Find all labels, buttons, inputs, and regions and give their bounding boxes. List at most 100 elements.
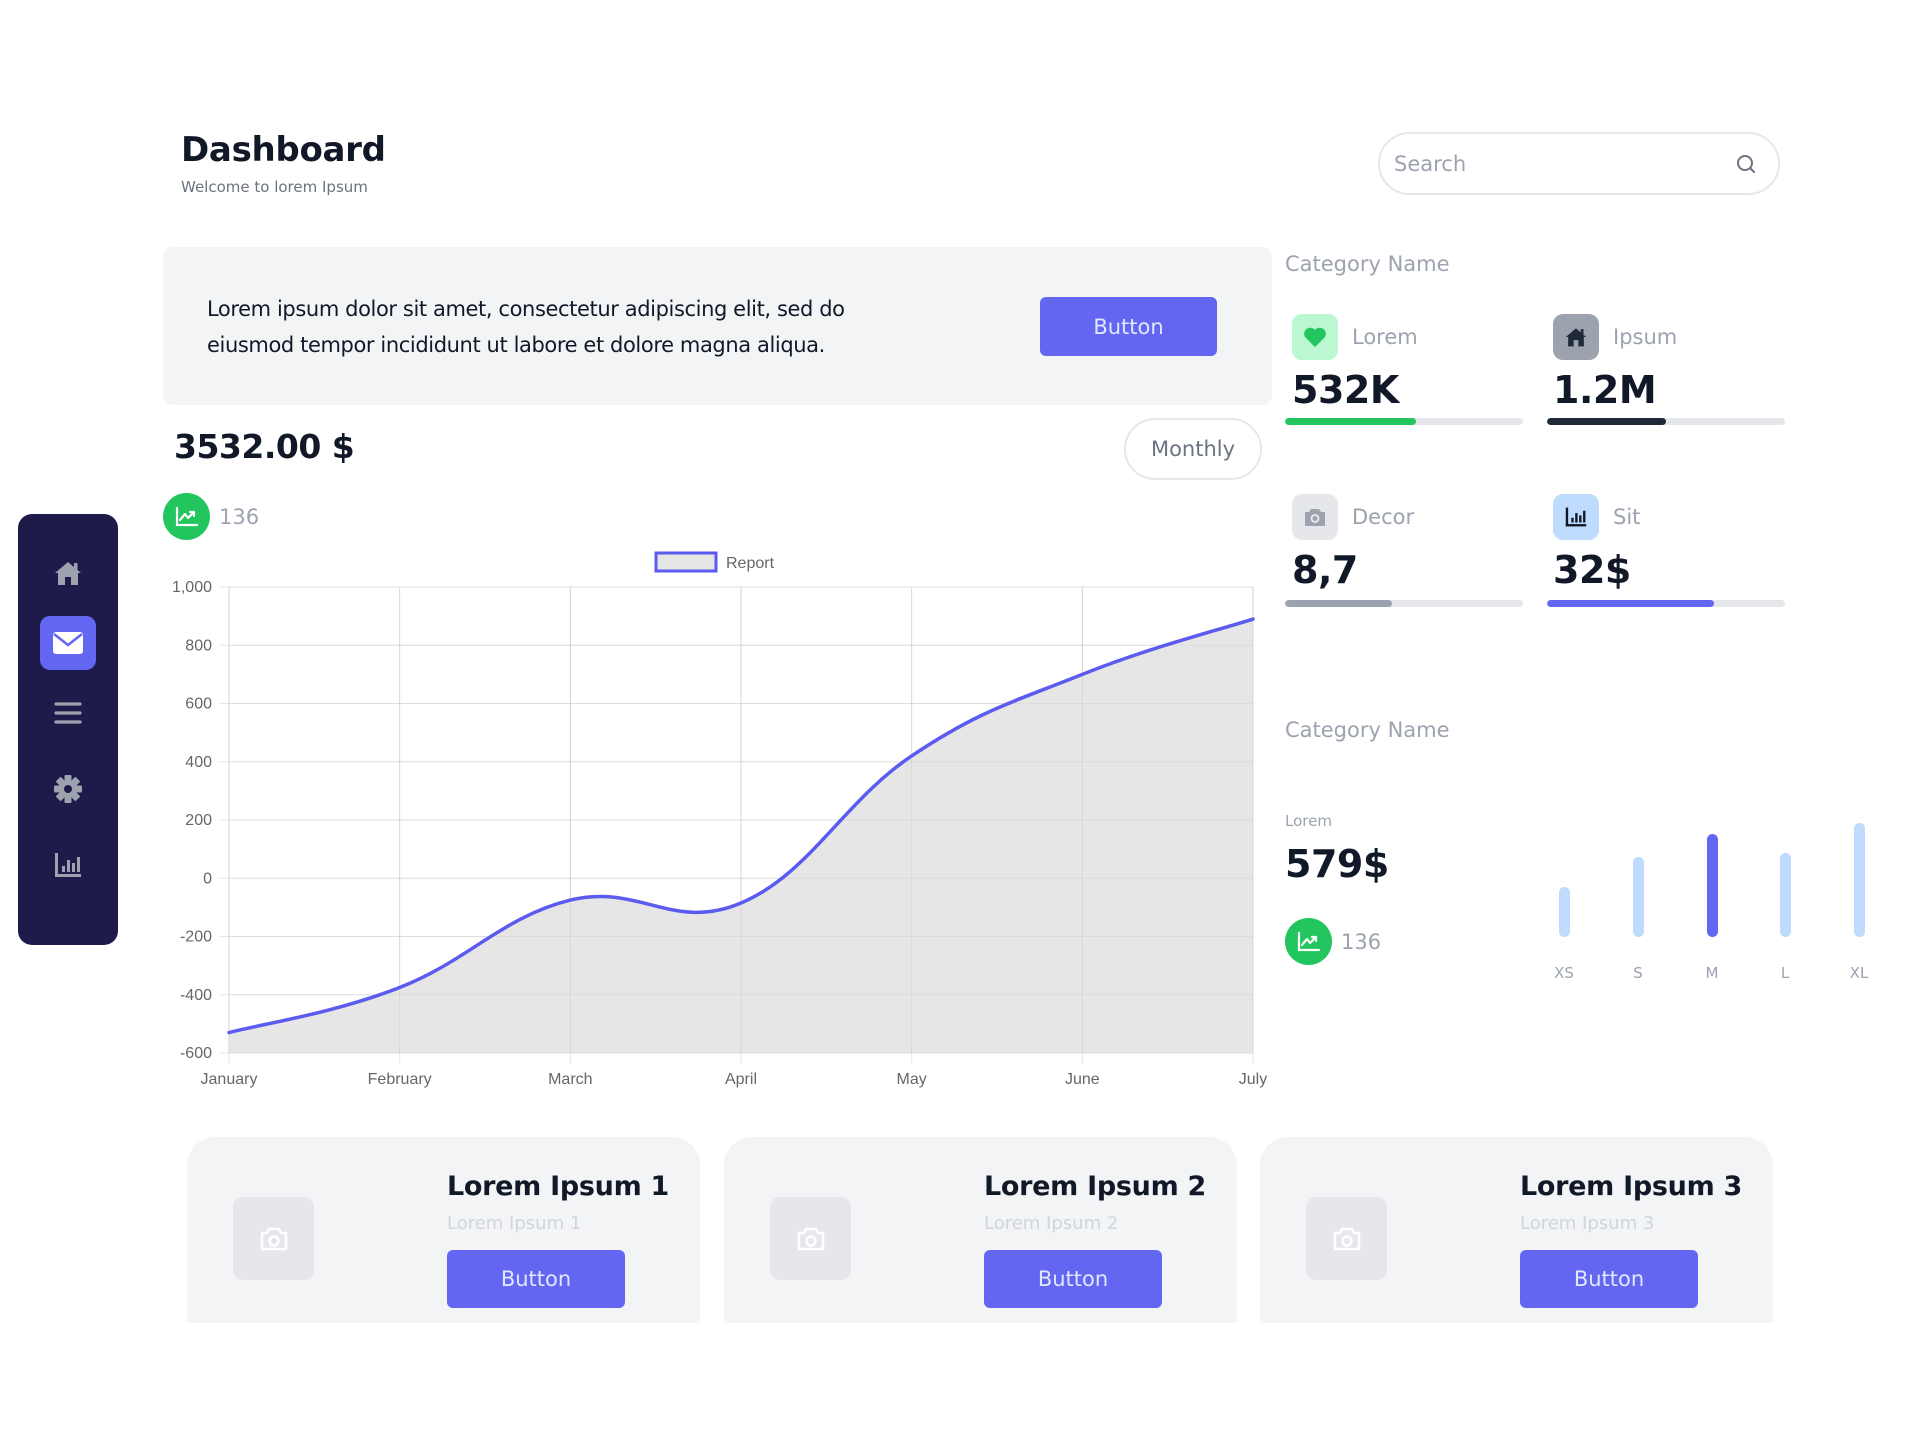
card-subtitle: Lorem Ipsum 2 (984, 1213, 1119, 1234)
stat-value: 8,7 (1292, 548, 1358, 592)
camera-icon (260, 1227, 287, 1250)
stat-decor: Decor 8,7 (1285, 494, 1523, 607)
stat-progress-fill (1285, 600, 1393, 607)
stat-progress-fill (1547, 418, 1666, 425)
trend-up-icon (1297, 931, 1320, 951)
y-tick-label: 1,000 (172, 579, 212, 596)
y-tick-label: 600 (185, 696, 212, 713)
sidebar-item-settings[interactable] (40, 762, 96, 816)
home-icon (55, 562, 81, 585)
stat-progress (1547, 600, 1785, 607)
camera-icon (1333, 1227, 1360, 1250)
size-bar-label: S (1633, 964, 1643, 982)
page-title: Dashboard (181, 130, 386, 170)
search-icon[interactable] (1734, 152, 1758, 176)
size-bar-xl (1853, 823, 1865, 937)
x-tick-label: June (1065, 1071, 1100, 1088)
stat-icon-box (1553, 494, 1599, 540)
trend-badge (1285, 918, 1332, 965)
trend-indicator: 136 (163, 493, 259, 540)
bar-chart-icon (55, 853, 81, 877)
stat-icon-box (1292, 494, 1338, 540)
card-button[interactable]: Button (447, 1250, 625, 1308)
promo-banner: Lorem ipsum dolor sit amet, consectetur … (163, 247, 1272, 405)
stat-label: Decor (1352, 505, 1415, 529)
product-card: Lorem Ipsum 2 Lorem Ipsum 2 Button (724, 1137, 1237, 1323)
card-button[interactable]: Button (984, 1250, 1162, 1308)
x-tick-label: January (201, 1071, 258, 1088)
stat-progress (1285, 600, 1523, 607)
stat-progress-fill (1547, 600, 1714, 607)
y-tick-label: -400 (180, 987, 212, 1004)
home-icon (1565, 328, 1587, 347)
size-bar-xs (1558, 886, 1570, 937)
stat-label: Sit (1613, 505, 1641, 529)
sidebar-item-analytics[interactable] (40, 838, 96, 892)
period-select-button[interactable]: Monthly (1124, 418, 1262, 480)
banner-button[interactable]: Button (1040, 297, 1217, 356)
mail-icon (53, 632, 83, 654)
size-bar-m (1706, 834, 1718, 937)
sidebar (18, 514, 118, 945)
camera-icon (797, 1227, 824, 1250)
stat-progress (1547, 418, 1785, 425)
x-tick-label: April (725, 1071, 757, 1088)
y-tick-label: 400 (185, 754, 212, 771)
sizes-value: 579$ (1285, 842, 1389, 886)
stats-category-title: Category Name (1285, 252, 1450, 276)
x-tick-label: May (897, 1071, 927, 1088)
legend-label-report: Report (726, 555, 775, 572)
card-subtitle: Lorem Ipsum 1 (447, 1213, 582, 1234)
size-bar-label: L (1780, 964, 1790, 982)
trend-badge (163, 493, 210, 540)
menu-icon (54, 702, 82, 724)
trend-count: 136 (1341, 929, 1382, 954)
total-amount: 3532.00 $ (174, 427, 355, 466)
stat-label: Lorem (1352, 325, 1418, 349)
sizes-category-title: Category Name (1285, 718, 1450, 742)
sizes-label: Lorem (1285, 812, 1332, 830)
card-subtitle: Lorem Ipsum 3 (1520, 1213, 1655, 1234)
y-tick-label: -200 (180, 929, 212, 946)
search-box[interactable] (1378, 132, 1780, 195)
stat-progress-fill (1285, 418, 1416, 425)
stat-ipsum: Ipsum 1.2M (1547, 314, 1785, 425)
card-title: Lorem Ipsum 2 (984, 1171, 1207, 1202)
stat-icon-box (1292, 314, 1338, 360)
size-bar-label: M (1705, 964, 1719, 982)
page-subtitle: Welcome to lorem Ipsum (181, 178, 368, 196)
heart-icon (1304, 327, 1326, 347)
stat-value: 1.2M (1553, 368, 1657, 412)
sidebar-item-home[interactable] (40, 546, 96, 600)
sidebar-item-menu[interactable] (40, 686, 96, 740)
product-card: Lorem Ipsum 3 Lorem Ipsum 3 Button (1260, 1137, 1773, 1323)
stat-progress (1285, 418, 1523, 425)
x-tick-label: February (368, 1071, 432, 1088)
y-tick-label: -600 (180, 1045, 212, 1062)
stat-value: 32$ (1553, 548, 1631, 592)
image-placeholder (233, 1197, 314, 1280)
x-tick-label: March (548, 1071, 592, 1088)
y-tick-label: 800 (185, 637, 212, 654)
product-card: Lorem Ipsum 1 Lorem Ipsum 1 Button (187, 1137, 700, 1323)
card-title: Lorem Ipsum 3 (1520, 1171, 1743, 1202)
size-bar-label: XL (1849, 964, 1869, 982)
image-placeholder (1306, 1197, 1387, 1280)
sizes-trend-indicator: 136 (1285, 918, 1381, 965)
card-button[interactable]: Button (1520, 1250, 1698, 1308)
search-input[interactable] (1394, 151, 1734, 176)
y-tick-label: 0 (203, 870, 212, 887)
sidebar-item-mail[interactable] (40, 616, 96, 670)
camera-icon (1305, 509, 1325, 526)
legend-swatch-report (654, 551, 718, 573)
stat-value: 532K (1292, 368, 1399, 412)
size-bar-s (1632, 857, 1644, 937)
series-line-report (227, 617, 1255, 1035)
banner-text: Lorem ipsum dolor sit amet, consectetur … (207, 297, 845, 357)
size-bar-l (1779, 852, 1791, 937)
image-placeholder (770, 1197, 851, 1280)
trend-count: 136 (219, 504, 260, 529)
stat-sit: Sit 32$ (1547, 494, 1785, 607)
stat-icon-box (1553, 314, 1599, 360)
trend-up-icon (175, 506, 198, 526)
